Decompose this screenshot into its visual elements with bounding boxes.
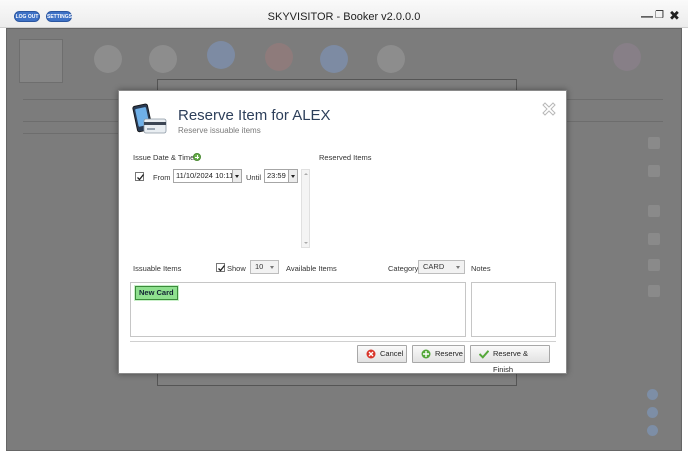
reserved-items-scrollbar[interactable] bbox=[301, 169, 310, 248]
category-label: Category bbox=[388, 264, 419, 273]
category-select[interactable]: CARD bbox=[418, 260, 465, 274]
from-datetime-value: 11/10/2024 10:11 bbox=[176, 171, 234, 180]
ghost-people-icon bbox=[149, 45, 177, 73]
checkmark-icon bbox=[218, 265, 226, 272]
until-time-value: 23:59 bbox=[267, 171, 286, 180]
ghost-info-icon bbox=[647, 407, 658, 418]
scroll-down-icon[interactable] bbox=[304, 242, 308, 244]
dialog-subtitle: Reserve issuable items bbox=[178, 126, 261, 135]
window-title: SKYVISITOR - Booker v2.0.0.0 bbox=[267, 11, 421, 23]
notes-textarea[interactable] bbox=[471, 282, 556, 337]
title-bar: LOG OUT SETTINGS SKYVISITOR - Booker v2.… bbox=[0, 0, 688, 28]
ghost-side-icon bbox=[648, 165, 660, 177]
cancel-icon bbox=[366, 349, 376, 359]
from-datetime-input[interactable]: 11/10/2024 10:11 bbox=[173, 169, 242, 183]
available-items-label: Available Items bbox=[286, 264, 337, 273]
issuable-items-label: Issuable Items bbox=[133, 264, 182, 273]
cancel-button-label: Cancel bbox=[380, 349, 404, 358]
show-checkbox[interactable] bbox=[216, 263, 226, 272]
from-checkbox[interactable] bbox=[135, 172, 145, 181]
maximize-icon[interactable]: ❐ bbox=[655, 9, 664, 23]
ghost-help-icon bbox=[647, 389, 658, 400]
reserve-button-label: Reserve bbox=[435, 349, 463, 358]
show-label: Show bbox=[227, 264, 246, 273]
reserved-items-label: Reserved Items bbox=[319, 153, 372, 162]
checkmark-icon bbox=[137, 174, 145, 181]
ghost-divider bbox=[23, 133, 133, 134]
reserve-finish-button-label: Reserve & Finish bbox=[493, 349, 529, 374]
ghost-badge-icon bbox=[320, 45, 348, 73]
reserve-button[interactable]: Reserve bbox=[412, 345, 465, 363]
ghost-person-icon bbox=[265, 43, 293, 71]
chevron-down-icon bbox=[456, 266, 460, 269]
add-time-icon[interactable] bbox=[193, 153, 201, 161]
close-dialog-icon[interactable] bbox=[540, 100, 558, 118]
reserve-finish-button[interactable]: Reserve & Finish bbox=[470, 345, 550, 374]
add-icon bbox=[421, 349, 431, 359]
ghost-side-icon bbox=[648, 137, 660, 149]
cancel-button[interactable]: Cancel bbox=[357, 345, 407, 363]
notes-label: Notes bbox=[471, 264, 491, 273]
list-item-new-card[interactable]: New Card bbox=[135, 286, 178, 300]
phone-card-icon bbox=[132, 103, 167, 134]
dialog-title: Reserve Item for ALEX bbox=[178, 107, 331, 124]
until-label: Until bbox=[246, 173, 262, 182]
show-count-value: 10 bbox=[255, 262, 264, 271]
ghost-side-icon bbox=[648, 205, 660, 217]
ghost-globe-icon bbox=[207, 41, 235, 69]
scroll-up-icon[interactable] bbox=[304, 173, 308, 175]
ghost-tile-icon bbox=[19, 39, 63, 83]
chevron-down-icon[interactable] bbox=[232, 170, 241, 182]
show-count-select[interactable]: 10 bbox=[250, 260, 279, 274]
category-value: CARD bbox=[423, 262, 445, 271]
close-window-icon[interactable]: ✖ bbox=[669, 9, 680, 23]
ghost-side-icon bbox=[648, 233, 660, 245]
ghost-power-icon bbox=[647, 425, 658, 436]
footer-divider bbox=[130, 341, 556, 342]
ghost-avatar-icon bbox=[613, 43, 641, 71]
ghost-basket-icon bbox=[377, 45, 405, 73]
until-time-input[interactable]: 23:59 bbox=[264, 169, 298, 183]
ghost-side-icon bbox=[648, 259, 660, 271]
chevron-down-icon bbox=[270, 266, 274, 269]
available-items-list[interactable]: New Card bbox=[130, 282, 466, 337]
checkmark-icon bbox=[479, 350, 489, 359]
minimize-icon[interactable]: — bbox=[641, 9, 653, 23]
ghost-clock-icon bbox=[94, 45, 122, 73]
chevron-down-icon[interactable] bbox=[288, 170, 297, 182]
from-label: From bbox=[153, 173, 171, 182]
issue-date-time-label: Issue Date & Time bbox=[133, 153, 195, 162]
reserve-item-dialog: Reserve Item for ALEX Reserve issuable i… bbox=[118, 90, 567, 374]
ghost-side-icon bbox=[648, 285, 660, 297]
